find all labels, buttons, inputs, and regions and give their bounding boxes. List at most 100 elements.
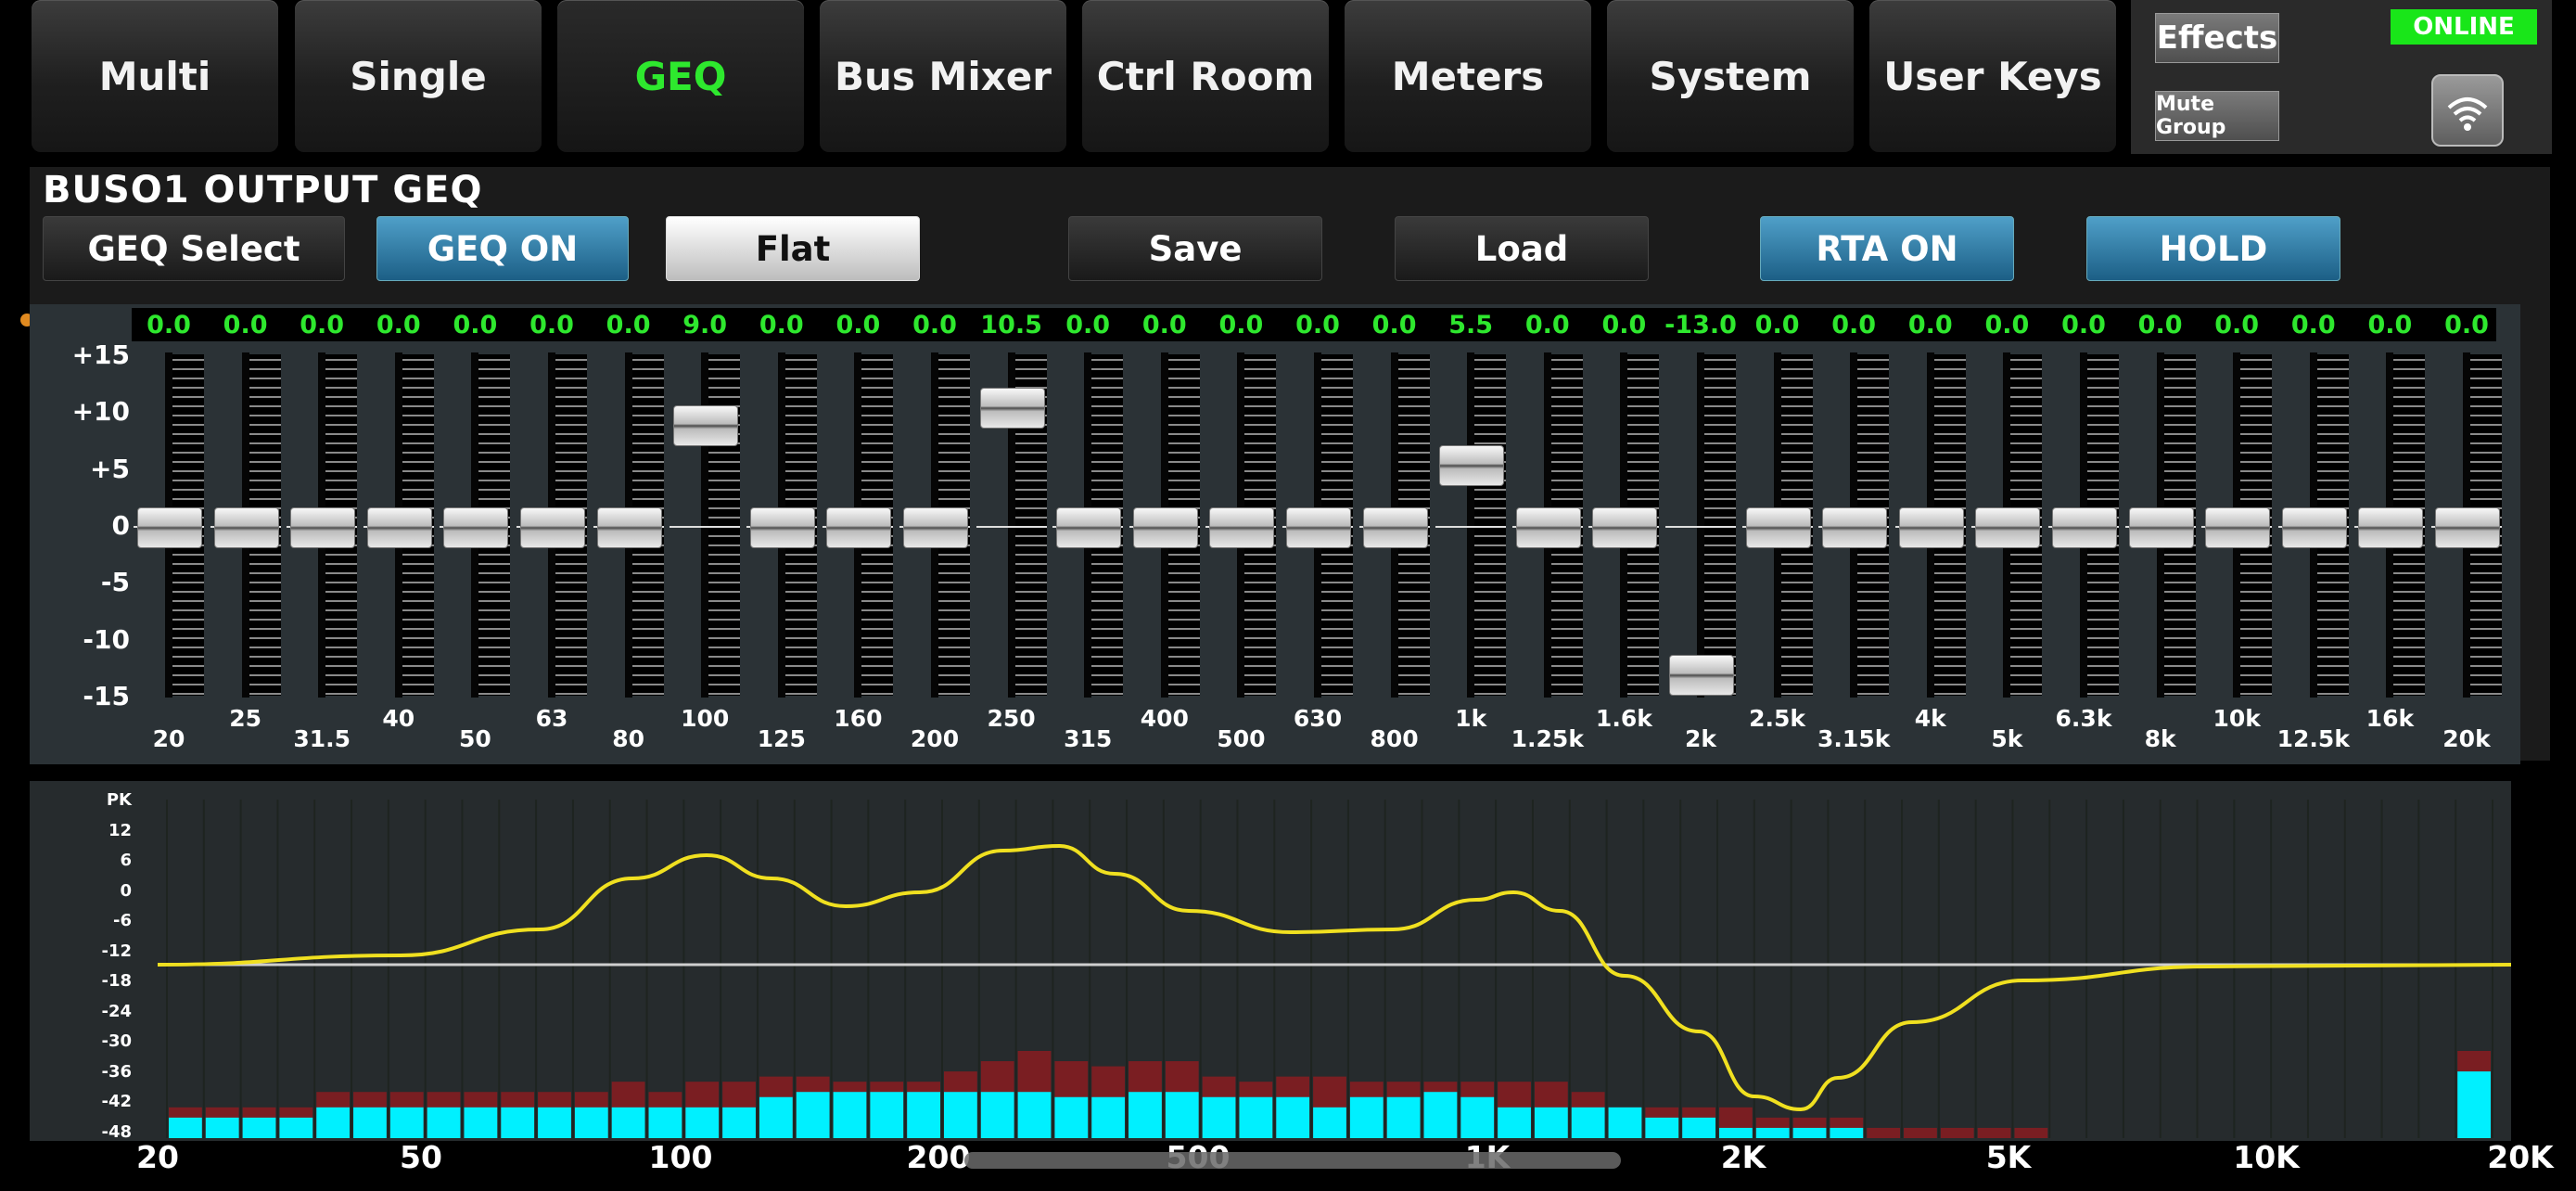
band-frequency-label: 6.3k xyxy=(2055,705,2112,732)
gain-scale-label: +10 xyxy=(71,396,130,428)
band-gain-value: 0.0 xyxy=(300,310,345,339)
fader-track[interactable] xyxy=(1467,352,1475,698)
fader-knob[interactable] xyxy=(2052,507,2117,548)
rta-level-bar xyxy=(722,1107,756,1138)
band-gain-value: 0.0 xyxy=(2290,310,2336,339)
rta-level-bar xyxy=(1165,1092,1199,1138)
fader-knob[interactable] xyxy=(1898,507,1964,548)
tab-user-keys[interactable]: User Keys xyxy=(1869,0,2116,152)
band-gain-value: 0.0 xyxy=(835,310,881,339)
fader-knob[interactable] xyxy=(2281,507,2347,548)
mute-group-button[interactable]: Mute Group xyxy=(2155,91,2279,141)
rta-level-bar xyxy=(1755,1127,1790,1138)
band-frequency-label: 31.5 xyxy=(293,725,351,752)
fader-knob[interactable] xyxy=(290,507,356,548)
tab-geq[interactable]: GEQ xyxy=(557,0,804,152)
band-frequency-label: 50 xyxy=(458,725,491,752)
tab-multi[interactable]: Multi xyxy=(32,0,278,152)
fader-knob[interactable] xyxy=(2205,507,2271,548)
rta-level-bar xyxy=(316,1107,351,1138)
gain-scale-label: +15 xyxy=(71,339,130,370)
band-frequency-label: 400 xyxy=(1140,705,1189,732)
fader-knob[interactable] xyxy=(1975,507,2041,548)
fader-knob[interactable] xyxy=(2358,507,2424,548)
fader-knob[interactable] xyxy=(1362,507,1428,548)
band-frequency-label: 40 xyxy=(382,705,415,732)
flat-button[interactable]: Flat xyxy=(666,216,920,281)
zero-line xyxy=(976,526,1047,528)
tab-ctrl-room[interactable]: Ctrl Room xyxy=(1082,0,1329,152)
fader-knob[interactable] xyxy=(1669,655,1734,697)
rta-frequency-label: 10K xyxy=(2233,1139,2300,1175)
rta-peak-bar xyxy=(1977,1127,2011,1138)
fader-knob[interactable] xyxy=(1745,507,1811,548)
fader-knob[interactable] xyxy=(1515,507,1581,548)
fader-knob[interactable] xyxy=(1822,507,1888,548)
rta-on-button[interactable]: RTA ON xyxy=(1760,216,2014,281)
band-frequency-label: 160 xyxy=(834,705,883,732)
band-gain-value: 0.0 xyxy=(1524,310,1570,339)
tab-single[interactable]: Single xyxy=(295,0,542,152)
band-gain-value: 0.0 xyxy=(223,310,268,339)
fader-knob[interactable] xyxy=(366,507,432,548)
fader-knob[interactable] xyxy=(2128,507,2194,548)
band-frequency-label: 4k xyxy=(1914,705,1946,732)
fader-tick-marks xyxy=(1704,354,1736,696)
rta-db-label: -36 xyxy=(101,1061,132,1082)
rta-db-label: 6 xyxy=(120,851,132,870)
geq-select-button[interactable]: GEQ Select xyxy=(43,216,345,281)
fader-knob[interactable] xyxy=(979,388,1045,429)
band-gain-value: 0.0 xyxy=(147,310,191,339)
tab-system[interactable]: System xyxy=(1607,0,1854,152)
band-frequency-label: 2.5k xyxy=(1749,705,1806,732)
band-gain-value: 0.0 xyxy=(606,310,651,339)
fader-knob[interactable] xyxy=(903,507,968,548)
fader-knob[interactable] xyxy=(1132,507,1198,548)
band-gain-value: 0.0 xyxy=(2367,310,2413,339)
rta-frequency-label: 100 xyxy=(648,1139,713,1175)
wifi-button[interactable] xyxy=(2431,74,2504,147)
fader-track[interactable] xyxy=(1697,352,1704,698)
rta-level-bar xyxy=(1645,1117,1679,1138)
band-gain-value: 0.0 xyxy=(1907,310,1953,339)
fader-track[interactable] xyxy=(701,352,709,698)
fader-knob[interactable] xyxy=(673,404,739,446)
rta-peak-bar xyxy=(1904,1127,1937,1138)
fader-knob[interactable] xyxy=(1286,507,1351,548)
fader-knob[interactable] xyxy=(596,507,662,548)
fader-knob[interactable] xyxy=(1056,507,1122,548)
page-title: BUSO1 OUTPUT GEQ xyxy=(43,169,483,211)
band-frequency-label: 125 xyxy=(757,725,806,752)
fader-knob[interactable] xyxy=(1439,444,1505,486)
fader-knob[interactable] xyxy=(2435,507,2500,548)
rta-level-bar xyxy=(1682,1117,1715,1138)
rta-db-label: -12 xyxy=(101,941,132,961)
fader-knob[interactable] xyxy=(826,507,892,548)
zero-line xyxy=(1435,526,1507,528)
rta-frequency-label: 5K xyxy=(1985,1139,2032,1175)
rta-level-bar xyxy=(538,1107,571,1138)
fader-knob[interactable] xyxy=(520,507,585,548)
load-button[interactable]: Load xyxy=(1395,216,1649,281)
effects-button[interactable]: Effects xyxy=(2155,13,2279,63)
fader-knob[interactable] xyxy=(443,507,509,548)
save-button[interactable]: Save xyxy=(1068,216,1322,281)
band-frequency-label: 16k xyxy=(2366,705,2415,732)
horizontal-scrollbar[interactable] xyxy=(964,1152,1621,1169)
rta-level-bar xyxy=(1386,1096,1421,1138)
rta-level-bar xyxy=(870,1092,904,1138)
fader-knob[interactable] xyxy=(137,507,202,548)
rta-level-bar xyxy=(464,1107,498,1138)
rta-level-bar xyxy=(648,1107,682,1138)
tab-meters[interactable]: Meters xyxy=(1345,0,1591,152)
band-gain-value: 0.0 xyxy=(1601,310,1647,339)
fader-knob[interactable] xyxy=(1592,507,1658,548)
rta-level-bar xyxy=(1608,1107,1642,1138)
hold-button[interactable]: HOLD xyxy=(2086,216,2340,281)
geq-on-button[interactable]: GEQ ON xyxy=(376,216,629,281)
tab-bus-mixer[interactable]: Bus Mixer xyxy=(820,0,1066,152)
band-gain-value: 0.0 xyxy=(2214,310,2260,339)
fader-knob[interactable] xyxy=(749,507,815,548)
fader-knob[interactable] xyxy=(213,507,279,548)
fader-knob[interactable] xyxy=(1209,507,1275,548)
